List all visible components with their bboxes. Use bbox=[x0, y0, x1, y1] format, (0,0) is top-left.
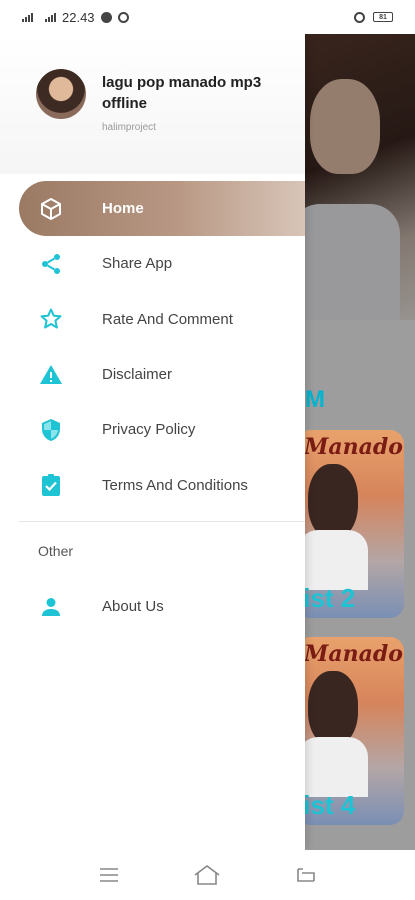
menu-item-label: Rate And Comment bbox=[102, 310, 233, 328]
menu-item-disclaimer[interactable]: Disclaimer bbox=[0, 347, 305, 402]
back-icon bbox=[297, 868, 315, 882]
battery-icon: 81 bbox=[373, 12, 393, 22]
menu-item-about-us[interactable]: About Us bbox=[0, 579, 305, 634]
alarm-clock-icon bbox=[354, 11, 365, 23]
back-button[interactable] bbox=[291, 862, 321, 888]
status-left: 22.43 bbox=[22, 10, 129, 25]
shield-icon bbox=[38, 417, 64, 443]
menu-item-label: Home bbox=[102, 200, 144, 218]
star-icon bbox=[38, 306, 64, 332]
status-right: 81 bbox=[354, 11, 393, 23]
signal-1-icon bbox=[22, 12, 33, 22]
person-icon bbox=[38, 594, 64, 620]
menu-item-label: Share App bbox=[102, 255, 173, 273]
playlist-card-photo bbox=[308, 671, 358, 746]
app-avatar bbox=[36, 69, 86, 119]
playlist-card-photo-body bbox=[298, 530, 368, 590]
playlist-card-photo bbox=[308, 464, 358, 539]
home-button[interactable] bbox=[192, 862, 222, 888]
notification-icon bbox=[100, 11, 112, 23]
home-icon bbox=[195, 865, 220, 885]
menu-divider bbox=[19, 521, 305, 522]
playlist-card-title: Manado bbox=[304, 434, 403, 460]
cube-icon bbox=[38, 196, 64, 222]
clipboard-check-icon bbox=[38, 472, 64, 498]
menu-item-label: Terms And Conditions bbox=[102, 476, 248, 494]
system-nav-bar bbox=[0, 850, 415, 900]
menu-lines-icon bbox=[100, 868, 119, 882]
drawer-header: lagu pop manado mp3 offline halimproject bbox=[0, 34, 305, 174]
status-bar: 22.43 81 bbox=[0, 0, 415, 34]
recent-apps-button[interactable] bbox=[94, 862, 124, 888]
section-heading: M bbox=[305, 386, 325, 413]
menu-item-home[interactable]: Home bbox=[19, 181, 305, 237]
menu-item-privacy-policy[interactable]: Privacy Policy bbox=[0, 402, 305, 457]
playlist-card-4[interactable]: Manado list 4 bbox=[296, 637, 404, 825]
playlist-card-photo-body bbox=[298, 737, 368, 797]
alarm-icon bbox=[117, 11, 129, 23]
menu-item-label: Disclaimer bbox=[102, 366, 173, 384]
playlist-card-title: Manado bbox=[304, 641, 403, 667]
menu-item-label: About Us bbox=[102, 598, 164, 616]
developer-name: halimproject bbox=[102, 122, 156, 133]
share-icon bbox=[38, 251, 64, 277]
menu-item-label: Privacy Policy bbox=[102, 421, 196, 439]
signal-2-icon bbox=[45, 12, 56, 22]
playlist-card-2[interactable]: Manado list 2 bbox=[296, 430, 404, 618]
warning-icon bbox=[38, 362, 64, 388]
menu-item-terms-and-conditions[interactable]: Terms And Conditions bbox=[0, 457, 305, 512]
drawer-menu: Home Share App Rate And Comment Disclaim… bbox=[0, 181, 305, 513]
status-time: 22.43 bbox=[62, 9, 95, 25]
menu-item-rate-and-comment[interactable]: Rate And Comment bbox=[0, 292, 305, 347]
menu-item-share-app[interactable]: Share App bbox=[0, 236, 305, 291]
app-name: lagu pop manado mp3 offline bbox=[102, 74, 262, 112]
navigation-drawer: lagu pop manado mp3 offline halimproject… bbox=[0, 34, 305, 850]
section-label-other: Other bbox=[38, 543, 74, 559]
